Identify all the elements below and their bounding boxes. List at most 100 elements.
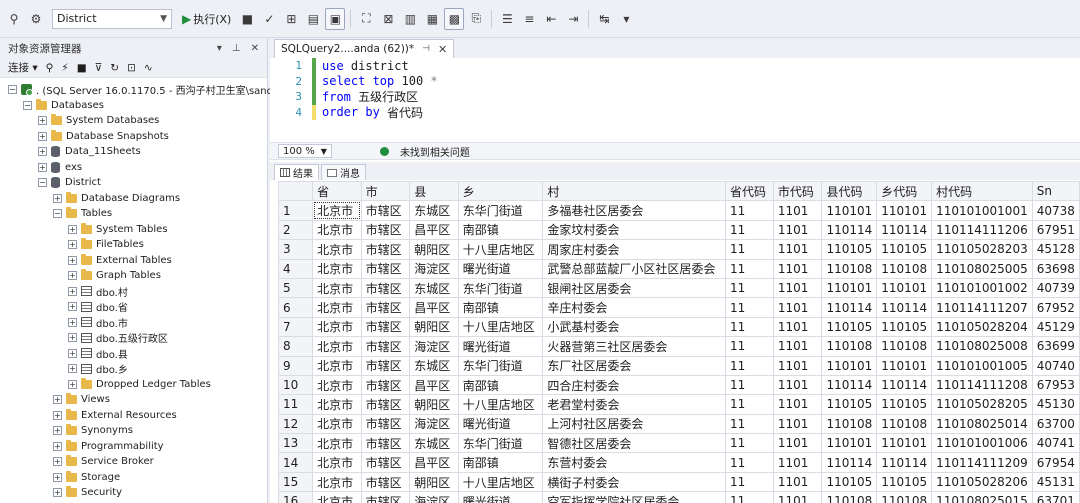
table-cell[interactable]: 南邵镇 [457,452,544,473]
results-file-icon[interactable]: ⎘ [466,8,486,30]
refresh-icon[interactable]: ↻ [110,62,119,74]
table-cell[interactable]: 110114 [821,452,878,473]
table-row[interactable]: 1 北京市 市辖区 东城区 东华门街道 多福巷社区居委会 11 1101 110101 11010… [278,200,1080,221]
table-cell[interactable]: 110114111209 [931,452,1033,473]
tree-node[interactable]: + Service Broker [0,454,267,470]
table-cell[interactable]: 北京市 [312,316,362,338]
table-row[interactable]: 16 北京市 市辖区 海淀区 曙光街道 空军指挥学院社区居委会 11 1101 110108 11… [278,491,1080,503]
toolbar-overflow-icon[interactable]: ▾ [616,8,636,30]
table-cell[interactable]: 北京市 [312,394,362,415]
close-icon[interactable]: ✕ [251,43,259,54]
table-row[interactable]: 6 北京市 市辖区 昌平区 南邵镇 辛庄村委会 11 1101 110114 110114 1101… [278,297,1080,318]
table-cell[interactable]: 110108 [876,491,933,503]
expand-icon[interactable]: + [68,255,77,265]
expand-icon[interactable]: + [53,193,62,203]
table-cell[interactable]: 上河村社区居委会 [542,413,727,435]
table-row[interactable]: 5 北京市 市辖区 东城区 东华门街道 银闸社区居委会 11 1101 110101 110101… [278,277,1080,299]
expand-icon[interactable]: + [38,162,47,172]
tree-node[interactable]: + System Databases [0,113,267,129]
expand-icon[interactable]: + [68,286,77,296]
dropdown-icon[interactable]: ▾ [217,43,222,54]
table-cell[interactable]: 11 [725,355,774,376]
table-cell[interactable]: 110108 [821,413,878,435]
table-row[interactable]: 13 北京市 市辖区 东城区 东华门街道 智德社区居委会 11 1101 110101 11010… [278,433,1080,454]
table-cell[interactable]: 110105 [876,394,933,415]
tab-results[interactable]: 结果 [274,164,319,180]
code-line[interactable]: 3 from 五级行政区 [270,89,1080,105]
column-header[interactable]: Sn [1031,181,1080,202]
stop-icon[interactable]: ■ [237,8,257,30]
column-header[interactable]: 乡代码 [876,181,933,202]
close-icon[interactable]: ✕ [438,43,447,56]
table-cell[interactable]: 海淀区 [409,491,459,503]
table-cell[interactable]: 东华门街道 [457,277,544,299]
table-cell[interactable]: 110105 [876,316,933,338]
tree-node[interactable]: − District [0,175,267,191]
tab-messages[interactable]: 消息 [321,164,366,180]
table-cell[interactable]: 东华门街道 [457,433,544,454]
table-cell[interactable]: 市辖区 [360,336,411,357]
tree-node[interactable]: + Storage [0,470,267,486]
uncomment-icon[interactable]: ≡ [519,8,539,30]
table-row[interactable]: 10 北京市 市辖区 昌平区 南邵镇 四合庄村委会 11 1101 110114 110114 11… [278,374,1080,396]
table-cell[interactable]: 110108 [821,491,878,503]
row-number[interactable]: 3 [278,239,314,260]
table-cell[interactable]: 110101 [821,200,878,221]
table-cell[interactable]: 40740 [1031,355,1080,376]
expand-icon[interactable]: + [53,441,62,451]
row-number[interactable]: 11 [278,394,314,415]
table-cell[interactable]: 110105 [821,394,878,415]
table-cell[interactable]: 67951 [1031,219,1080,241]
table-cell[interactable]: 1101 [772,491,823,503]
table-cell[interactable]: 北京市 [312,239,362,260]
row-number[interactable]: 12 [278,413,314,435]
table-cell[interactable]: 东华门街道 [457,355,544,376]
table-cell[interactable]: 朝阳区 [409,239,459,260]
table-cell[interactable]: 110108025008 [931,336,1033,357]
table-cell[interactable]: 市辖区 [360,297,411,318]
tree-node[interactable]: + exs [0,160,267,176]
table-cell[interactable]: 市辖区 [360,239,411,260]
table-cell[interactable]: 110114 [821,374,878,396]
table-cell[interactable]: 11 [725,297,774,318]
table-cell[interactable]: 110108 [821,336,878,357]
expand-icon[interactable]: + [38,147,47,157]
table-cell[interactable]: 11 [725,433,774,454]
table-cell[interactable]: 110108025005 [931,258,1033,279]
column-header[interactable]: 省 [312,181,362,202]
table-cell[interactable]: 110114 [876,297,933,318]
table-cell[interactable]: 空军指挥学院社区居委会 [542,491,727,503]
row-number[interactable]: 9 [278,355,314,376]
expand-icon[interactable]: + [68,302,77,312]
expand-icon[interactable]: + [68,364,77,374]
table-row[interactable]: 14 北京市 市辖区 昌平区 南邵镇 东营村委会 11 1101 110114 110114 110… [278,452,1080,473]
parse-check-icon[interactable]: ✓ [259,8,279,30]
table-row[interactable]: 2 北京市 市辖区 昌平区 南邵镇 金家坟村委会 11 1101 110114 110114 110… [278,219,1080,241]
table-cell[interactable]: 1101 [772,316,823,338]
table-cell[interactable]: 老君堂村委会 [542,394,727,415]
table-cell[interactable]: 市辖区 [360,355,411,376]
expand-icon[interactable]: + [68,348,77,358]
table-cell[interactable]: 北京市 [312,297,362,318]
table-cell[interactable]: 横街子村委会 [542,471,727,493]
table-cell[interactable]: 110105028204 [931,316,1033,338]
column-header[interactable]: 县 [409,181,459,202]
table-cell[interactable]: 11 [725,258,774,279]
table-cell[interactable]: 110101 [876,200,933,221]
row-number[interactable]: 13 [278,433,314,454]
table-cell[interactable]: 63699 [1031,336,1080,357]
table-row[interactable]: 11 北京市 市辖区 朝阳区 十八里店地区 老君堂村委会 11 1101 110105 11010… [278,394,1080,415]
table-cell[interactable]: 110105028205 [931,394,1033,415]
tree-node[interactable]: + FileTables [0,237,267,253]
table-cell[interactable]: 东营村委会 [542,452,727,473]
specify-values-icon[interactable]: ↹ [594,8,614,30]
table-cell[interactable]: 110114 [876,452,933,473]
tree-node[interactable]: + dbo.省 [0,299,267,315]
table-cell[interactable]: 市辖区 [360,413,411,435]
expand-icon[interactable]: + [68,224,77,234]
table-cell[interactable]: 11 [725,413,774,435]
table-cell[interactable]: 11 [725,394,774,415]
table-cell[interactable]: 市辖区 [360,471,411,493]
results-to-grid-icon[interactable]: ▣ [325,7,346,30]
connect-button[interactable]: 连接 ▾ [8,60,38,75]
